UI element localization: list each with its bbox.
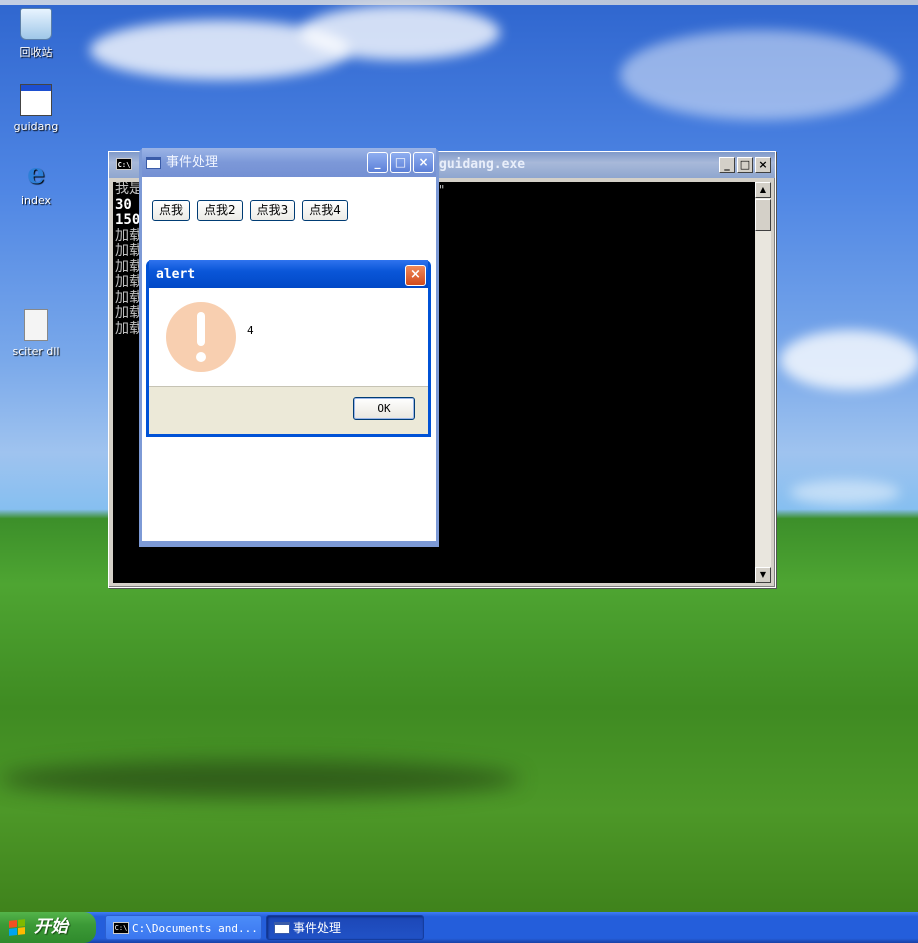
cloud (620, 30, 900, 120)
command-prompt-icon: C:\ (116, 158, 132, 170)
app-window-icon (146, 157, 161, 169)
windows-logo-icon (9, 919, 25, 936)
taskbar-item-event-handling[interactable]: 事件处理 (266, 915, 424, 940)
app-window-title: 事件处理 (166, 155, 219, 170)
console-scrollbar[interactable]: ▲ ▼ (755, 182, 771, 583)
app-minimize-button[interactable]: _ (367, 152, 388, 173)
command-prompt-icon: C:\ (113, 922, 129, 934)
console-maximize-button[interactable]: □ (737, 157, 753, 173)
console-close-button[interactable]: × (755, 157, 771, 173)
alert-dialog[interactable]: alert × 4 OK (146, 260, 431, 437)
app-close-button[interactable]: × (413, 152, 434, 173)
desktop-icon-label: 回收站 (19, 46, 53, 59)
click-me-button[interactable]: 点我 (152, 200, 191, 221)
ok-button[interactable]: OK (353, 397, 415, 420)
click-me-4-button[interactable]: 点我4 (302, 200, 348, 221)
app-title-bar[interactable]: 事件处理 _ □ × (142, 148, 436, 177)
click-me-3-button[interactable]: 点我3 (249, 200, 296, 221)
alert-message: 4 (247, 324, 254, 337)
cloud (780, 330, 918, 390)
click-me-2-button[interactable]: 点我2 (197, 200, 243, 221)
desktop-icon-sciter-dll[interactable]: sciter dll (1, 309, 71, 358)
warning-exclamation-icon (166, 302, 236, 372)
cloud (790, 480, 900, 505)
scroll-down-arrow-icon[interactable]: ▼ (755, 567, 771, 583)
taskbar-item-label: C:\Documents and... (132, 922, 258, 935)
desktop-icon-recycle-bin[interactable]: 回收站 (1, 8, 71, 60)
alert-body: 4 (149, 288, 428, 386)
scroll-up-arrow-icon[interactable]: ▲ (755, 182, 771, 198)
alert-close-button[interactable]: × (405, 265, 426, 286)
top-strip (0, 0, 918, 5)
desktop-icon-guidang[interactable]: guidang (1, 84, 71, 133)
taskbar-item-label: 事件处理 (293, 921, 342, 935)
program-window-icon (20, 84, 52, 116)
console-minimize-button[interactable]: _ (719, 157, 735, 173)
start-button[interactable]: 开始 (0, 912, 96, 943)
app-maximize-button[interactable]: □ (390, 152, 411, 173)
alert-title: alert (156, 267, 196, 282)
desktop-icon-label: index (20, 194, 52, 207)
desktop-icon-index[interactable]: e index (1, 157, 71, 208)
desktop-icon-label: guidang (13, 120, 59, 133)
internet-explorer-icon: e (27, 157, 45, 190)
start-label: 开始 (34, 917, 68, 937)
console-line-tail: " (438, 183, 446, 197)
dll-file-icon (24, 309, 48, 341)
desktop-icon-label: sciter dll (12, 345, 60, 358)
cloud (300, 5, 500, 60)
alert-footer: OK (149, 386, 428, 434)
taskbar: 开始 C:\ C:\Documents and... 事件处理 (0, 912, 918, 943)
alert-title-bar[interactable]: alert × (149, 260, 428, 288)
hill-shadow (0, 760, 520, 798)
scroll-thumb[interactable] (755, 199, 771, 231)
app-window-icon (274, 922, 290, 934)
recycle-bin-icon (20, 8, 52, 40)
console-title: guidang.exe (439, 157, 526, 172)
taskbar-item-console[interactable]: C:\ C:\Documents and... (105, 915, 262, 940)
